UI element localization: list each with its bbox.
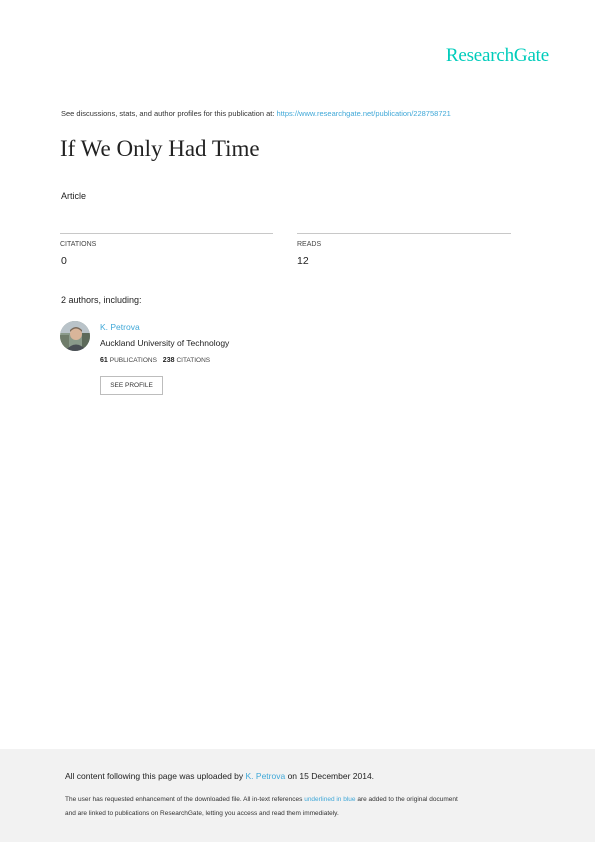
publication-title: If We Only Had Time: [60, 136, 260, 161]
citations-value: 0: [61, 255, 67, 267]
publications-count: 61: [100, 357, 108, 364]
author-citations-label: CITATIONS: [176, 357, 211, 364]
authors-heading: 2 authors, including:: [61, 295, 142, 305]
avatar[interactable]: [60, 321, 90, 351]
author-citations-count: 238: [162, 357, 175, 364]
author-metrics: 61 PUBLICATIONS 238 CITATIONS: [100, 357, 210, 364]
note-suffix: are added to the original document: [355, 796, 458, 803]
note-prefix: The user has requested enhancement of th…: [65, 796, 305, 803]
footer-note-line-1: The user has requested enhancement of th…: [65, 796, 458, 803]
researchgate-logo[interactable]: ResearchGate: [446, 45, 549, 67]
citations-divider: [60, 233, 273, 234]
author-photo-icon: [60, 321, 90, 351]
reads-label: READS: [297, 241, 322, 248]
upload-suffix: on 15 December 2014.: [285, 771, 375, 781]
author-affiliation: Auckland University of Technology: [100, 338, 230, 348]
see-profile-button[interactable]: SEE PROFILE: [100, 376, 163, 395]
author-name-link[interactable]: K. Petrova: [100, 322, 140, 332]
uploader-link[interactable]: K. Petrova: [246, 771, 286, 781]
upload-notice: All content following this page was uplo…: [65, 771, 374, 781]
footer-note-line-2: and are linked to publications on Resear…: [65, 810, 339, 817]
publication-type: Article: [61, 191, 87, 201]
reads-value: 12: [297, 255, 309, 267]
discussion-text: See discussions, stats, and author profi…: [61, 109, 277, 118]
upload-prefix: All content following this page was uplo…: [65, 771, 246, 781]
citations-label: CITATIONS: [60, 241, 97, 248]
publications-label: PUBLICATIONS: [109, 357, 157, 364]
publication-url-link[interactable]: https://www.researchgate.net/publication…: [277, 109, 451, 118]
reads-divider: [297, 233, 511, 234]
discussion-line: See discussions, stats, and author profi…: [61, 109, 451, 118]
underlined-blue-text: underlined in blue: [304, 796, 356, 803]
